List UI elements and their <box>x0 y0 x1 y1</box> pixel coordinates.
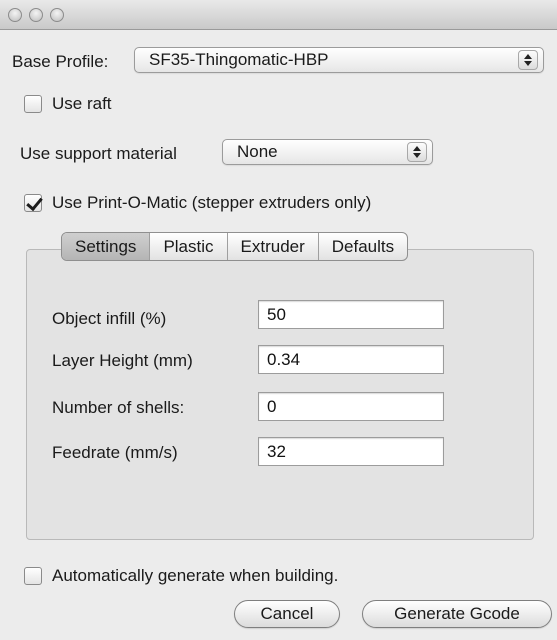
print-o-matic-checkbox[interactable] <box>24 194 42 212</box>
print-o-matic-label: Use Print-O-Matic (stepper extruders onl… <box>52 193 372 212</box>
dropdown-arrows-icon <box>518 50 538 70</box>
base-profile-dropdown[interactable]: SF35-Thingomatic-HBP <box>134 47 544 73</box>
layer-height-field[interactable] <box>258 345 444 374</box>
dropdown-arrows-icon <box>407 142 427 162</box>
support-material-label: Use support material <box>20 144 177 163</box>
base-profile-label: Base Profile: <box>12 52 109 71</box>
tab-plastic[interactable]: Plastic <box>150 233 228 260</box>
support-material-dropdown[interactable]: None <box>222 139 433 165</box>
minimize-window-button[interactable] <box>29 8 43 22</box>
number-of-shells-label: Number of shells: <box>52 398 185 417</box>
object-infill-label: Object infill (%) <box>52 309 167 328</box>
use-raft-label: Use raft <box>52 94 112 113</box>
feedrate-label: Feedrate (mm/s) <box>52 443 178 462</box>
generate-gcode-button[interactable]: Generate Gcode <box>362 600 552 628</box>
support-material-value: None <box>237 142 278 161</box>
zoom-window-button[interactable] <box>50 8 64 22</box>
auto-generate-checkbox[interactable] <box>24 567 42 585</box>
auto-generate-option[interactable]: Automatically generate when building. <box>24 566 338 586</box>
tab-bar: Settings Plastic Extruder Defaults <box>61 232 409 261</box>
tab-settings[interactable]: Settings <box>62 233 151 260</box>
tab-defaults[interactable]: Defaults <box>319 233 407 260</box>
layer-height-label: Layer Height (mm) <box>52 351 193 370</box>
base-profile-value: SF35-Thingomatic-HBP <box>149 50 329 69</box>
auto-generate-label: Automatically generate when building. <box>52 566 339 585</box>
print-o-matic-option[interactable]: Use Print-O-Matic (stepper extruders onl… <box>24 193 371 213</box>
close-window-button[interactable] <box>8 8 22 22</box>
feedrate-field[interactable] <box>258 437 444 466</box>
tab-extruder[interactable]: Extruder <box>228 233 319 260</box>
use-raft-checkbox[interactable] <box>24 95 42 113</box>
use-raft-option[interactable]: Use raft <box>24 94 112 114</box>
title-bar <box>0 0 557 30</box>
cancel-button[interactable]: Cancel <box>234 600 340 628</box>
number-of-shells-field[interactable] <box>258 392 444 421</box>
object-infill-field[interactable] <box>258 300 444 329</box>
